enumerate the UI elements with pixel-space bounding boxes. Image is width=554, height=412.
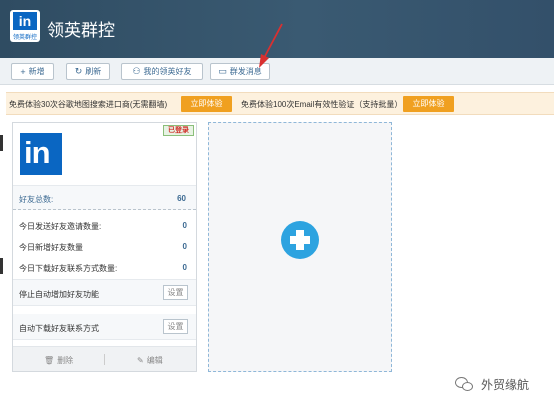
stat-row: 今日下载好友联系方式数量: 0 — [19, 263, 191, 274]
card-footer: 🗑 删除 ✎ 编辑 — [13, 346, 196, 371]
refresh-button[interactable]: ↻ 刷新 — [66, 63, 110, 80]
watermark: 外贸缘航 — [455, 376, 529, 393]
edge-mark — [0, 258, 3, 274]
setting-label: 自动下载好友联系方式 — [19, 324, 99, 333]
try-now-button-2[interactable]: 立即体验 — [403, 96, 454, 112]
plus-bar-vertical — [296, 230, 304, 250]
trash-icon: 🗑 — [44, 356, 55, 365]
settings-button[interactable]: 设置 — [163, 319, 188, 334]
account-card: 已登录 in 好友总数: 60 今日发送好友邀请数量: 0 今日新增好友数量 0… — [12, 122, 197, 372]
annotation-arrow — [259, 23, 283, 68]
status-badge: 已登录 — [163, 125, 194, 136]
promo-text-2: 免费体验100次Email有效性验证（支持批量） — [241, 100, 403, 109]
my-friends-button-label: 我的领英好友 — [143, 67, 192, 76]
try-now-button-1[interactable]: 立即体验 — [181, 96, 232, 112]
app-logo: in 领英群控 — [10, 10, 40, 42]
refresh-button-label: 刷新 — [85, 67, 102, 76]
setting-label: 停止自动增加好友功能 — [19, 290, 99, 299]
refresh-icon: ↻ — [74, 66, 83, 76]
promo-bar: 免费体验30次谷歌地图搜索进口商(无需翻墙) 立即体验 免费体验100次Emai… — [6, 92, 554, 115]
edit-button[interactable]: ✎ 编辑 — [137, 355, 163, 366]
stat-label: 今日下载好友联系方式数量: — [19, 264, 118, 273]
delete-label: 删除 — [57, 356, 74, 365]
edge-mark — [0, 135, 3, 151]
settings-button[interactable]: 设置 — [163, 285, 188, 300]
stat-value: 0 — [182, 242, 187, 251]
total-friends-row: 好友总数: 60 — [13, 185, 196, 210]
add-button-label: 新增 — [28, 67, 45, 76]
logo-subtitle: 领英群控 — [12, 35, 37, 41]
users-icon: ⚇ — [132, 66, 141, 76]
wechat-icon — [455, 376, 475, 393]
stat-value: 0 — [182, 221, 187, 230]
pencil-icon: ✎ — [137, 356, 144, 365]
linkedin-logo-text: in — [24, 135, 51, 170]
footer-divider — [104, 354, 105, 365]
add-account-panel[interactable] — [208, 122, 392, 372]
total-friends-value: 60 — [177, 194, 186, 203]
auto-download-contacts-setting: 自动下载好友联系方式 设置 — [13, 314, 196, 340]
plus-circle-icon[interactable] — [281, 221, 319, 259]
message-icon: ▭ — [218, 66, 227, 76]
plus-icon: + — [20, 66, 26, 77]
promo-text-1: 免费体验30次谷歌地图搜索进口商(无需翻墙) — [9, 100, 168, 109]
app-title: 领英群控 — [47, 21, 115, 40]
total-friends-label: 好友总数: — [19, 195, 54, 204]
stats-box: 今日发送好友邀请数量: 0 今日新增好友数量 0 今日下载好友联系方式数量: 0 — [13, 210, 196, 280]
add-button[interactable]: + 新增 — [11, 63, 54, 80]
stat-value: 0 — [182, 263, 187, 272]
stat-row: 今日发送好友邀请数量: 0 — [19, 221, 191, 232]
watermark-text: 外贸缘航 — [481, 378, 530, 392]
my-friends-button[interactable]: ⚇ 我的领英好友 — [121, 63, 203, 80]
delete-button[interactable]: 🗑 删除 — [44, 355, 73, 366]
auto-add-friends-setting: 停止自动增加好友功能 设置 — [13, 280, 196, 306]
stat-row: 今日新增好友数量 0 — [19, 242, 191, 253]
linkedin-logo-icon: in — [20, 133, 62, 175]
linkedin-icon: in — [13, 12, 37, 30]
edit-label: 编辑 — [146, 356, 163, 365]
stat-label: 今日发送好友邀请数量: — [19, 222, 102, 231]
stat-label: 今日新增好友数量 — [19, 243, 83, 252]
